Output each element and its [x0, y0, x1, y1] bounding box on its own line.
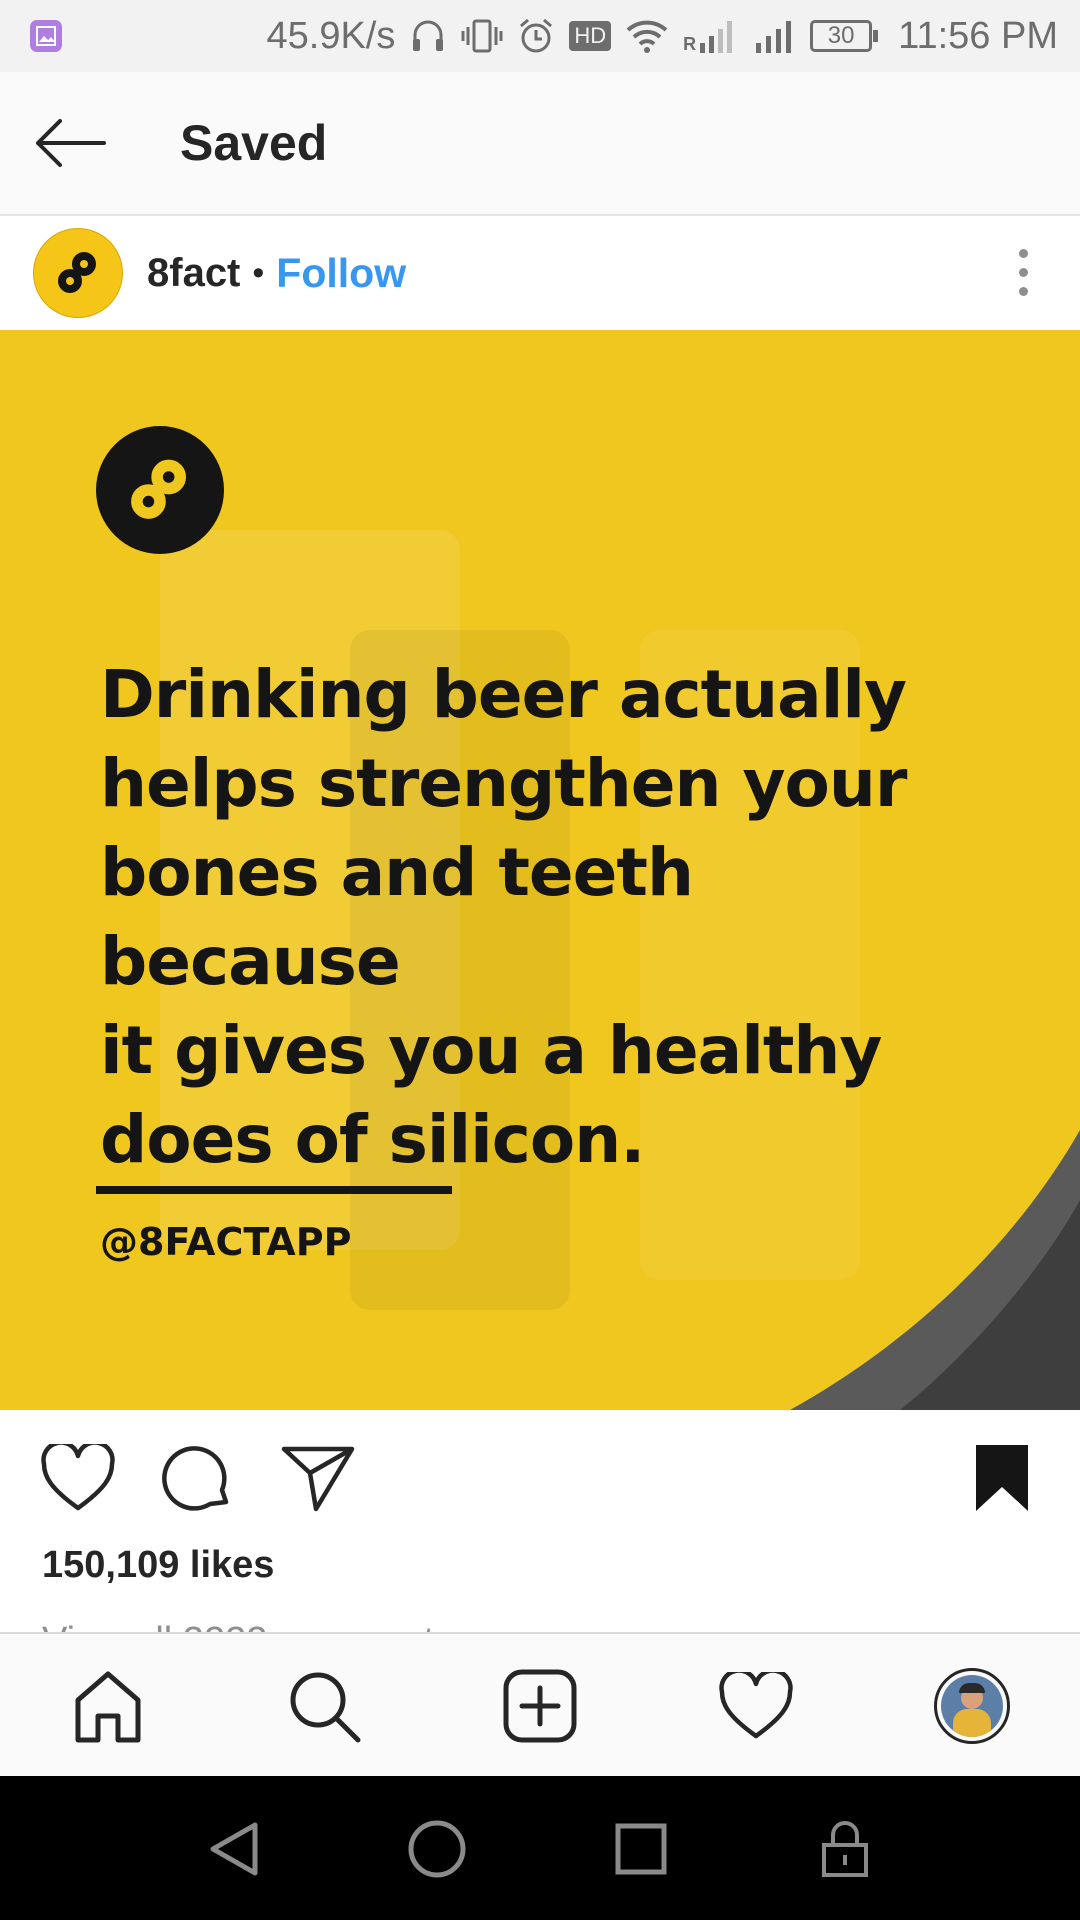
tab-search[interactable] — [280, 1662, 368, 1750]
fact-line: helps strengthen your — [100, 745, 907, 822]
separator-dot: • — [252, 253, 265, 292]
signal-icon — [752, 17, 796, 55]
view-comments-link[interactable]: View all 2222 comments — [42, 1622, 453, 1632]
more-dot-icon — [1018, 248, 1028, 258]
search-icon — [290, 1672, 361, 1743]
comment-button[interactable] — [158, 1438, 238, 1518]
recents-square-icon — [615, 1823, 667, 1875]
wifi-icon — [625, 18, 669, 54]
nav-lock-button[interactable] — [810, 1814, 880, 1884]
post-image[interactable]: Drinking beer actually helps strengthen … — [0, 330, 1080, 1410]
gallery-notification-icon — [28, 18, 64, 54]
share-button[interactable] — [278, 1438, 358, 1518]
add-post-icon — [503, 1669, 577, 1743]
likes-count[interactable]: 150,109 likes — [42, 1544, 274, 1587]
tab-profile[interactable] — [928, 1662, 1016, 1750]
signal-roaming-icon: R — [683, 17, 738, 55]
clock: 11:56 PM — [898, 14, 1058, 57]
page-title: Saved — [180, 115, 328, 171]
status-bar: 45.9K/s HD R 30 11:56 PM — [0, 0, 1080, 72]
share-icon — [281, 1446, 355, 1512]
fact-line: it gives you a healthy — [100, 1012, 882, 1089]
home-icon — [75, 1671, 141, 1743]
sim-label: R — [683, 34, 697, 54]
post-username[interactable]: 8fact — [147, 251, 240, 296]
8fact-logo-icon — [131, 459, 186, 519]
avatar-photo — [941, 1675, 1003, 1737]
bottom-tab-bar — [0, 1632, 1080, 1776]
fact-text: Drinking beer actually helps strengthen … — [100, 650, 1000, 1184]
heart-icon — [41, 1444, 115, 1511]
arrow-left-icon — [36, 119, 106, 167]
battery-icon: 30 — [810, 20, 879, 52]
tab-activity[interactable] — [712, 1662, 800, 1750]
fact-line: bones and teeth because — [100, 834, 694, 1000]
comments-clip: View all 2222 comments — [0, 1618, 1080, 1632]
network-speed: 45.9K/s — [266, 14, 396, 57]
tab-new-post[interactable] — [496, 1662, 584, 1750]
more-dot-icon — [1018, 286, 1028, 296]
hd-icon: HD — [569, 21, 612, 51]
divider-line — [96, 1186, 452, 1194]
alarm-icon — [517, 17, 555, 55]
nav-back-button[interactable] — [198, 1814, 268, 1884]
system-navigation-bar — [0, 1776, 1080, 1920]
save-bookmark-button[interactable] — [962, 1438, 1042, 1518]
like-button[interactable] — [38, 1438, 118, 1518]
tab-home[interactable] — [64, 1662, 152, 1750]
8fact-logo — [96, 426, 224, 554]
follow-button[interactable]: Follow — [276, 250, 406, 297]
profile-avatar — [934, 1668, 1010, 1744]
nav-recents-button[interactable] — [606, 1814, 676, 1884]
image-handle: @8FACTAPP — [100, 1220, 352, 1264]
battery-level: 30 — [810, 20, 873, 52]
more-dot-icon — [1018, 267, 1028, 277]
activity-heart-icon — [719, 1672, 793, 1739]
comment-icon — [162, 1446, 229, 1511]
vibrate-icon — [461, 17, 503, 55]
post-header: 8fact • Follow — [0, 216, 1080, 330]
fact-line: Drinking beer actually — [100, 656, 907, 733]
back-button[interactable] — [34, 107, 106, 179]
fact-line: does of silicon. — [100, 1101, 645, 1178]
more-options-button[interactable] — [1008, 230, 1038, 314]
8fact-logo-icon — [58, 252, 96, 293]
post-author-avatar[interactable] — [33, 228, 123, 318]
headphones-icon — [409, 17, 447, 55]
lock-icon — [822, 1821, 868, 1877]
back-triangle-icon — [210, 1822, 258, 1876]
top-app-bar: Saved — [0, 72, 1080, 216]
bookmark-icon — [976, 1445, 1028, 1511]
nav-home-button[interactable] — [402, 1814, 472, 1884]
home-circle-icon — [408, 1820, 466, 1878]
post-actions — [0, 1410, 1080, 1540]
